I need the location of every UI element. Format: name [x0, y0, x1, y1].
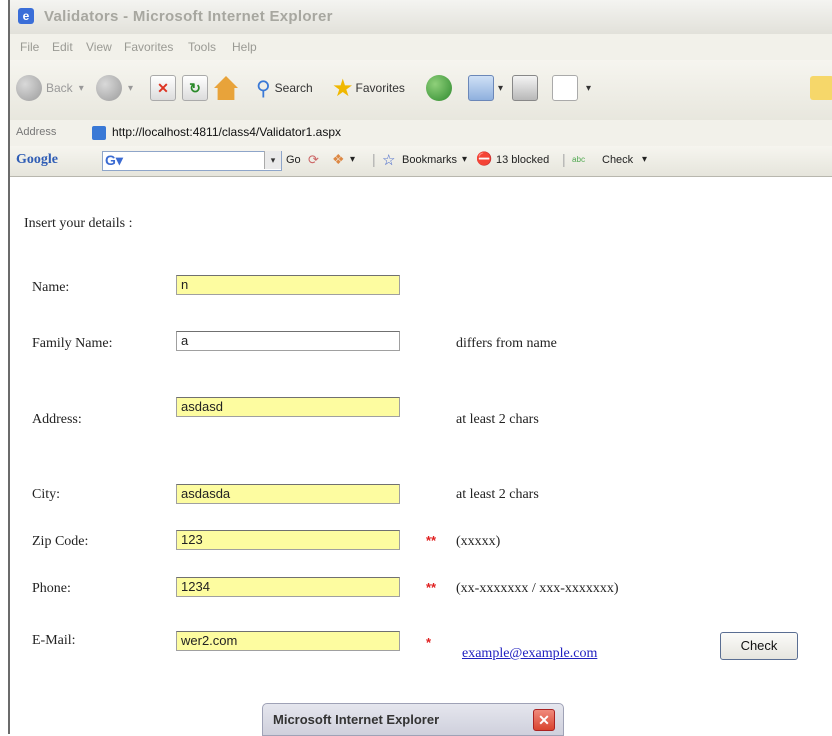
search-button[interactable]: ⚲ Search [256, 74, 313, 102]
address-validation: at least 2 chars [456, 412, 539, 427]
menu-bar: File Edit View Favorites Tools Help [10, 34, 832, 61]
popup-blocked-count[interactable]: 13 blocked [496, 154, 549, 166]
standard-toolbar: Back ▾ ▾ ✕ ↻ ⚲ Search ★ Favorites ▾ ▾ [10, 60, 832, 121]
bookmarks-button[interactable]: Bookmarks [402, 154, 457, 166]
folder-icon [810, 76, 832, 100]
title-bar: e Validators - Microsoft Internet Explor… [10, 0, 832, 35]
name-label: Name: [32, 280, 70, 295]
chevron-down-icon: ▾ [498, 82, 504, 94]
favorites-label: Favorites [355, 81, 405, 95]
print-icon [512, 75, 538, 101]
news-icon[interactable]: ❖ [332, 151, 345, 168]
email-label: E-Mail: [32, 633, 76, 648]
zip-code-label: Zip Code: [32, 534, 89, 549]
popup-blocker-icon: ⛔ [476, 151, 493, 166]
zip-format-hint: (xxxxx) [456, 534, 501, 549]
page-icon [92, 126, 106, 140]
search-label: Search [274, 81, 313, 95]
email-input[interactable]: wer2.com [176, 631, 400, 651]
history-icon [426, 75, 452, 101]
name-input[interactable]: n [176, 275, 400, 295]
alert-dialog-titlebar[interactable]: Microsoft Internet Explorer ✕ [262, 703, 564, 736]
separator: | [562, 151, 566, 167]
menu-view[interactable]: View [86, 40, 112, 54]
back-label: Back [46, 81, 73, 95]
back-button[interactable]: Back ▾ [16, 74, 84, 102]
address-input[interactable]: asdasd [176, 397, 400, 417]
stop-icon: ✕ [150, 75, 176, 101]
chevron-down-icon[interactable]: ▾ [642, 154, 647, 165]
bookmark-star-icon: ☆ [382, 152, 396, 169]
stop-button[interactable]: ✕ [150, 74, 176, 102]
messenger-button[interactable] [810, 74, 832, 102]
phone-format-hint: (xx-xxxxxxx / xxx-xxxxxxx) [456, 581, 619, 596]
google-logo[interactable]: Google [16, 152, 58, 168]
email-required-mark: * [426, 635, 432, 650]
forward-arrow-icon [96, 75, 122, 101]
search-icon: ⚲ [256, 77, 271, 100]
google-search-input[interactable]: G▾ [102, 151, 282, 171]
ie-icon: e [18, 8, 34, 24]
chevron-down-icon[interactable]: ▾ [350, 154, 355, 165]
city-label: City: [32, 487, 61, 502]
email-example-link[interactable]: example@example.com [462, 646, 597, 662]
phone-input[interactable]: 1234 [176, 577, 400, 597]
forward-button[interactable]: ▾ [96, 74, 133, 102]
zip-required-mark: ** [426, 533, 437, 548]
star-icon: ★ [332, 74, 354, 102]
phone-required-mark: ** [426, 580, 437, 595]
chevron-down-icon: ▾ [128, 82, 134, 94]
check-button[interactable]: Check [720, 632, 798, 660]
window-title: Validators - Microsoft Internet Explorer [44, 8, 333, 25]
chevron-down-icon: ▾ [586, 82, 592, 94]
city-validation: at least 2 chars [456, 487, 539, 502]
address-bar: Address http://localhost:4811/class4/Val… [10, 120, 832, 147]
chevron-down-icon[interactable]: ▾ [462, 154, 467, 165]
chevron-down-icon: ▾ [78, 82, 84, 94]
mail-icon [468, 75, 494, 101]
dialog-title: Microsoft Internet Explorer [273, 712, 440, 727]
family-name-label: Family Name: [32, 336, 113, 351]
home-icon [214, 76, 238, 100]
google-toolbar: Google G▾ ▾ Go ⟳ ❖ ▾ | ☆ Bookmarks ▾ ⛔ 1… [10, 146, 832, 177]
menu-tools[interactable]: Tools [188, 40, 216, 54]
edit-button[interactable]: ▾ [552, 74, 591, 102]
favorites-button[interactable]: ★ Favorites [332, 74, 405, 102]
refresh-icon: ↻ [182, 75, 208, 101]
google-go-button[interactable]: Go [286, 154, 301, 166]
mail-button[interactable]: ▾ [468, 74, 503, 102]
history-button[interactable] [426, 74, 452, 102]
home-button[interactable] [214, 74, 238, 102]
back-arrow-icon [16, 75, 42, 101]
menu-edit[interactable]: Edit [52, 40, 73, 54]
google-g-icon: G▾ [105, 152, 123, 168]
spellcheck-icon: ᵃᵇᶜ [572, 154, 586, 168]
family-name-input[interactable]: a [176, 331, 400, 351]
close-icon[interactable]: ✕ [533, 709, 555, 731]
menu-favorites[interactable]: Favorites [124, 40, 173, 54]
address-label: Address [16, 126, 57, 138]
word-icon [552, 75, 578, 101]
form-intro: Insert your details : [24, 216, 133, 231]
separator: | [372, 151, 376, 167]
spellcheck-button[interactable]: Check [602, 154, 633, 166]
print-button[interactable] [512, 74, 538, 102]
pagerank-icon: ⟳ [308, 152, 319, 167]
zip-code-input[interactable]: 123 [176, 530, 400, 550]
refresh-button[interactable]: ↻ [182, 74, 208, 102]
city-input[interactable]: asdasda [176, 484, 400, 504]
phone-label: Phone: [32, 581, 71, 596]
address-input[interactable]: http://localhost:4811/class4/Validator1.… [112, 125, 341, 139]
google-dropdown[interactable]: ▾ [264, 151, 281, 169]
menu-help[interactable]: Help [232, 40, 257, 54]
page-content: Insert your details : Name: n Family Nam… [10, 177, 832, 736]
browser-window: e Validators - Microsoft Internet Explor… [8, 0, 832, 736]
address-label: Address: [32, 412, 82, 427]
family-name-validation: differs from name [456, 336, 557, 351]
menu-file[interactable]: File [20, 40, 39, 54]
